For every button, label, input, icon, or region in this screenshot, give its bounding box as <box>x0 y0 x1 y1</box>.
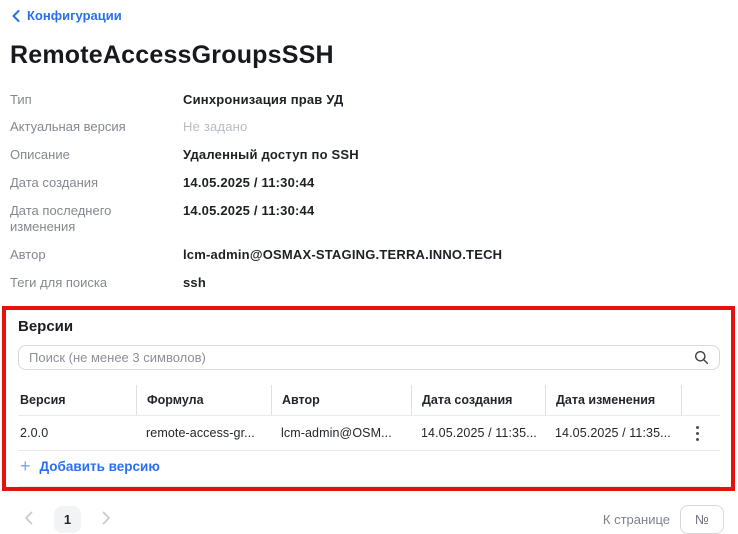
versions-table-header: Версия Формула Автор Дата создания Дата … <box>18 385 720 416</box>
cell-version: 2.0.0 <box>20 426 49 441</box>
goto-page-input[interactable] <box>680 505 724 534</box>
goto-page-label: К странице <box>602 512 670 528</box>
chevron-right-icon <box>102 511 111 528</box>
detail-row-created-date: Дата создания 14.05.2025 / 11:30:44 <box>10 175 728 191</box>
versions-section-highlight: Версии Версия Формула Автор Дата создани… <box>2 306 735 492</box>
column-header-created: Дата создания <box>411 385 545 416</box>
chevron-left-icon <box>24 511 33 528</box>
detail-value: Не задано <box>183 119 248 135</box>
column-header-version: Версия <box>20 393 66 408</box>
detail-row-type: Тип Синхронизация прав УД <box>10 92 728 108</box>
detail-row-actual-version: Актуальная версия Не задано <box>10 119 728 135</box>
versions-search <box>18 345 720 371</box>
detail-label: Дата создания <box>10 175 99 191</box>
column-header-actions <box>681 385 720 416</box>
column-header-author: Автор <box>271 385 411 416</box>
search-icon <box>694 350 709 370</box>
detail-value: 14.05.2025 / 11:30:44 <box>183 202 315 218</box>
column-header-formula: Формула <box>136 385 271 416</box>
detail-row-search-tags: Теги для поиска ssh <box>10 275 728 291</box>
versions-section-title: Версии <box>18 318 74 336</box>
detail-label: Автор <box>10 246 46 262</box>
cell-created: 14.05.2025 / 11:35... <box>421 426 537 441</box>
detail-label: Тип <box>10 91 32 107</box>
add-version-label: Добавить версию <box>39 459 160 475</box>
detail-label: Теги для поиска <box>10 274 108 290</box>
detail-label: Дата последнего изменения <box>10 202 112 234</box>
add-version-button[interactable]: + Добавить версию <box>20 456 160 477</box>
detail-value: 14.05.2025 / 11:30:44 <box>183 175 315 191</box>
detail-row-description: Описание Удаленный доступ по SSH <box>10 147 728 163</box>
cell-formula: remote-access-gr... <box>146 426 255 441</box>
details-list: Тип Синхронизация прав УД Актуальная вер… <box>10 92 728 291</box>
detail-value: lcm-admin@OSMAX-STAGING.TERRA.INNO.TECH <box>183 246 503 262</box>
detail-label: Описание <box>10 147 70 163</box>
detail-value: Удаленный доступ по SSH <box>183 147 359 163</box>
cell-actions <box>681 416 720 450</box>
page-number-button[interactable]: 1 <box>54 506 81 534</box>
pagination: 1 К странице <box>24 505 724 534</box>
detail-label: Актуальная версия <box>10 119 126 135</box>
column-header-modified: Дата изменения <box>545 385 681 416</box>
chevron-left-icon <box>12 9 20 22</box>
configuration-detail-page: Конфигурации RemoteAccessGroupsSSH Тип С… <box>0 0 738 534</box>
table-row[interactable]: 2.0.0 remote-access-gr... lcm-admin@OSM.… <box>18 415 720 450</box>
previous-page-button[interactable] <box>24 511 33 528</box>
cell-author: lcm-admin@OSM... <box>281 426 392 441</box>
back-link-label: Конфигурации <box>27 8 122 23</box>
kebab-menu-icon[interactable] <box>692 422 703 445</box>
versions-table: Версия Формула Автор Дата создания Дата … <box>18 385 720 488</box>
detail-value: ssh <box>183 274 207 290</box>
versions-search-input[interactable] <box>18 345 720 371</box>
plus-icon: + <box>20 456 31 477</box>
add-version-row: + Добавить версию <box>18 450 720 488</box>
page-title: RemoteAccessGroupsSSH <box>10 40 334 69</box>
cell-modified: 14.05.2025 / 11:35... <box>555 426 671 441</box>
back-to-configurations-link[interactable]: Конфигурации <box>12 8 122 23</box>
detail-value: Синхронизация прав УД <box>183 91 344 107</box>
next-page-button[interactable] <box>102 511 111 528</box>
detail-row-author: Автор lcm-admin@OSMAX-STAGING.TERRA.INNO… <box>10 247 728 263</box>
goto-page-group: К странице <box>603 505 724 534</box>
detail-row-modified-date: Дата последнего изменения 14.05.2025 / 1… <box>10 203 728 235</box>
